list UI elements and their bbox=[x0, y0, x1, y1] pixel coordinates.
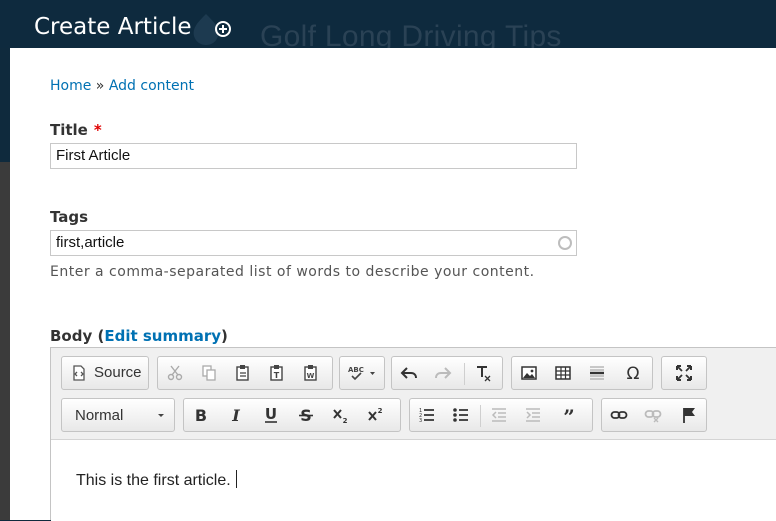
source-label: Source bbox=[94, 364, 142, 381]
unlink-icon[interactable] bbox=[640, 403, 666, 427]
bold-icon[interactable]: B bbox=[188, 403, 214, 427]
copy-icon[interactable] bbox=[196, 361, 222, 385]
chevron-down-icon bbox=[148, 403, 174, 427]
svg-text:T: T bbox=[274, 371, 280, 380]
tags-input-value: first,article bbox=[56, 234, 125, 251]
maximize-button[interactable] bbox=[661, 356, 707, 390]
breadcrumb-separator: » bbox=[95, 78, 105, 94]
tags-label: Tags bbox=[50, 208, 89, 226]
editor-content-area[interactable]: This is the first article. bbox=[51, 440, 776, 521]
svg-text:W: W bbox=[307, 372, 315, 380]
horizontal-line-icon[interactable] bbox=[584, 361, 610, 385]
history-group bbox=[391, 356, 503, 390]
required-marker: * bbox=[93, 121, 102, 139]
breadcrumb-home-link[interactable]: Home bbox=[50, 78, 91, 94]
bulleted-list-icon[interactable] bbox=[448, 403, 474, 427]
blockquote-icon[interactable]: ” bbox=[556, 403, 582, 427]
svg-text:I: I bbox=[231, 406, 240, 424]
title-label-text: Title bbox=[50, 121, 88, 139]
edit-summary-link[interactable]: Edit summary bbox=[104, 327, 221, 345]
body-close-paren: ) bbox=[221, 327, 228, 345]
source-icon bbox=[66, 361, 92, 385]
breadcrumb: Home » Add content bbox=[50, 78, 194, 94]
svg-text:ABC: ABC bbox=[348, 366, 364, 374]
svg-text:2: 2 bbox=[378, 407, 383, 415]
source-button[interactable]: Source bbox=[61, 356, 149, 390]
undo-icon[interactable] bbox=[396, 361, 422, 385]
rich-text-editor: Source T W ABC Ω Normal B I U S 2 2 1 2 … bbox=[50, 347, 776, 521]
title-label: Title * bbox=[50, 121, 102, 139]
svg-text:B: B bbox=[195, 406, 207, 424]
editor-toolbar: Source T W ABC Ω Normal B I U S 2 2 1 2 … bbox=[51, 348, 776, 440]
underline-icon[interactable]: U bbox=[258, 403, 284, 427]
basic-styles-group: B I U S 2 2 bbox=[183, 398, 401, 432]
svg-text:”: ” bbox=[563, 406, 575, 424]
table-icon[interactable] bbox=[550, 361, 576, 385]
redo-icon[interactable] bbox=[430, 361, 456, 385]
add-shortcut-icon[interactable] bbox=[215, 21, 231, 37]
spellcheck-icon: ABC bbox=[344, 361, 380, 385]
left-edge bbox=[0, 48, 10, 520]
link-icon[interactable] bbox=[606, 403, 632, 427]
remove-format-icon[interactable] bbox=[470, 361, 496, 385]
toolbar-separator bbox=[464, 363, 465, 385]
maximize-icon bbox=[671, 361, 697, 385]
page-title: Create Article bbox=[34, 14, 192, 40]
breadcrumb-add-content-link[interactable]: Add content bbox=[109, 78, 194, 94]
title-input[interactable]: First Article bbox=[50, 143, 577, 169]
italic-icon[interactable]: I bbox=[223, 403, 249, 427]
cut-icon[interactable] bbox=[162, 361, 188, 385]
header-bar: Golf Long Driving Tips Create Article bbox=[0, 0, 776, 53]
content-panel: Home » Add content Title * First Article … bbox=[10, 48, 776, 521]
body-label: Body (Edit summary) bbox=[50, 327, 228, 345]
tags-input[interactable]: first,article bbox=[50, 230, 577, 256]
paste-icon[interactable] bbox=[230, 361, 256, 385]
special-char-icon[interactable]: Ω bbox=[620, 361, 646, 385]
svg-text:Ω: Ω bbox=[627, 364, 640, 382]
toolbar-separator bbox=[480, 405, 481, 427]
text-caret bbox=[235, 470, 237, 488]
tags-description: Enter a comma-separated list of words to… bbox=[50, 264, 535, 280]
numbered-list-icon[interactable]: 123 bbox=[414, 403, 440, 427]
paste-word-icon[interactable]: W bbox=[298, 361, 324, 385]
strike-icon[interactable]: S bbox=[293, 403, 319, 427]
body-content: This is the first article. bbox=[76, 472, 231, 489]
superscript-icon[interactable]: 2 bbox=[363, 403, 389, 427]
svg-text:3: 3 bbox=[419, 418, 422, 424]
indent-icon[interactable] bbox=[520, 403, 546, 427]
svg-text:U: U bbox=[265, 406, 277, 423]
image-icon[interactable] bbox=[516, 361, 542, 385]
subscript-icon[interactable]: 2 bbox=[328, 403, 354, 427]
title-input-value: First Article bbox=[56, 147, 131, 164]
format-select[interactable]: Normal bbox=[61, 398, 175, 432]
paste-text-icon[interactable]: T bbox=[264, 361, 290, 385]
insert-group: Ω bbox=[511, 356, 653, 390]
editor-body-text: This is the first article. bbox=[76, 470, 237, 490]
format-select-value: Normal bbox=[75, 407, 124, 424]
autocomplete-throbber-icon bbox=[558, 236, 572, 250]
links-group bbox=[601, 398, 707, 432]
anchor-icon[interactable] bbox=[676, 403, 702, 427]
outdent-icon[interactable] bbox=[486, 403, 512, 427]
paragraph-group: 123 ” bbox=[409, 398, 593, 432]
svg-text:2: 2 bbox=[343, 417, 348, 424]
left-edge-lower bbox=[0, 162, 10, 520]
body-label-text: Body bbox=[50, 327, 93, 345]
clipboard-group: T W bbox=[157, 356, 333, 390]
spellcheck-button[interactable]: ABC bbox=[339, 356, 385, 390]
